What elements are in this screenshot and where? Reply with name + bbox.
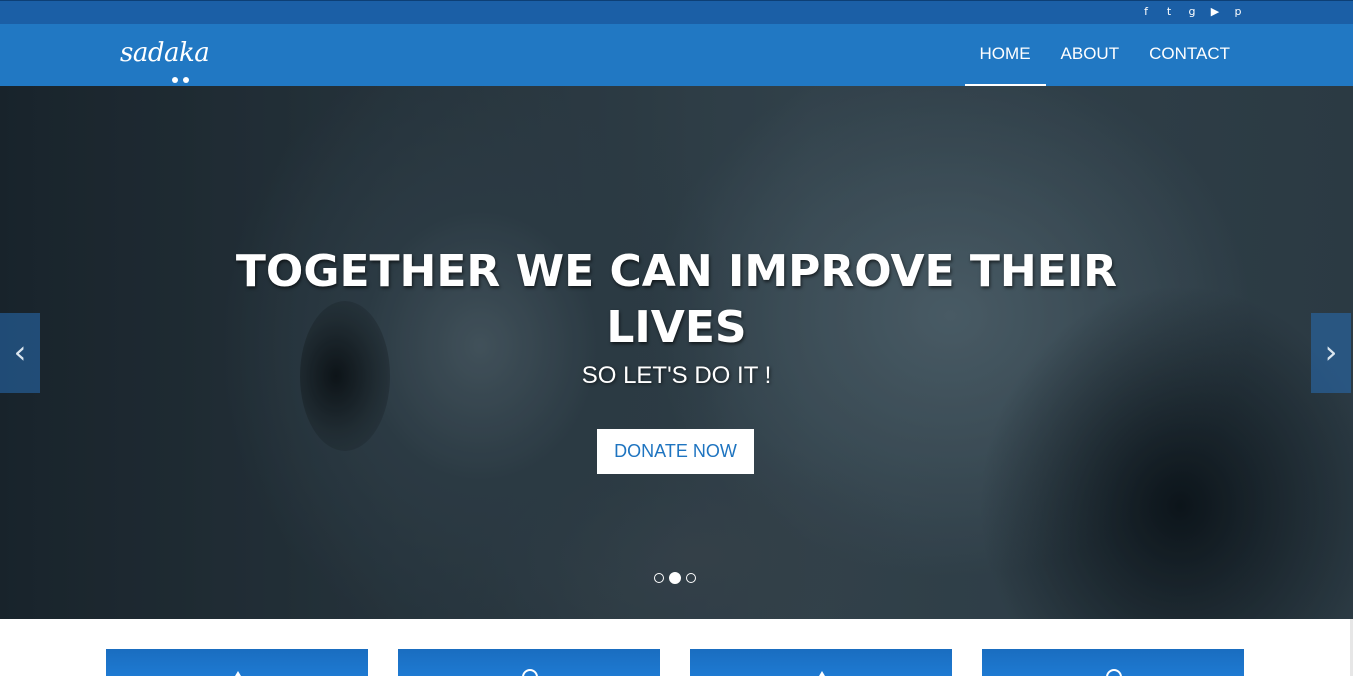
slider-dot-1[interactable] bbox=[654, 573, 664, 583]
hero-subheadline: SO LET'S DO IT ! bbox=[581, 362, 772, 389]
feature-card-1[interactable] bbox=[106, 649, 368, 681]
circle-icon bbox=[1106, 669, 1122, 685]
hero-headline-line-2: LIVES bbox=[606, 302, 747, 353]
twitter-icon[interactable]: t bbox=[1162, 5, 1176, 19]
social-links: f t g ▶ p bbox=[1139, 5, 1245, 19]
arrow-up-icon bbox=[816, 671, 828, 681]
slider-prev-arrow-icon[interactable]: ‹ bbox=[0, 313, 40, 393]
site-logo[interactable]: sadaka bbox=[120, 36, 210, 83]
nav-about-link[interactable]: ABOUT bbox=[1046, 24, 1135, 86]
hero-headline-line-1: TOGETHER WE CAN IMPROVE THEIR bbox=[235, 246, 1118, 297]
google-plus-icon[interactable]: g bbox=[1185, 5, 1199, 19]
donate-now-button[interactable]: DONATE NOW bbox=[597, 429, 754, 474]
nav-contact-link[interactable]: CONTACT bbox=[1134, 24, 1245, 86]
youtube-icon[interactable]: ▶ bbox=[1208, 5, 1222, 19]
slider-dot-3[interactable] bbox=[686, 573, 696, 583]
hero-headline: TOGETHER WE CAN IMPROVE THEIR LIVES bbox=[0, 244, 1353, 356]
slider-next-arrow-icon[interactable]: › bbox=[1311, 313, 1351, 393]
circle-icon bbox=[522, 669, 538, 685]
top-bar: f t g ▶ p bbox=[0, 0, 1353, 24]
pinterest-icon[interactable]: p bbox=[1231, 5, 1245, 19]
feature-card-4[interactable] bbox=[982, 649, 1244, 685]
feature-card-3[interactable] bbox=[690, 649, 952, 681]
main-navbar: sadaka HOME ABOUT CONTACT bbox=[0, 24, 1353, 86]
arrow-up-icon bbox=[232, 671, 244, 681]
facebook-icon[interactable]: f bbox=[1139, 5, 1153, 19]
feature-cards bbox=[106, 649, 1244, 685]
hero-slider: TOGETHER WE CAN IMPROVE THEIR LIVES SO L… bbox=[0, 86, 1353, 619]
feature-card-2[interactable] bbox=[398, 649, 660, 685]
slider-pagination bbox=[654, 572, 696, 584]
nav-home-link[interactable]: HOME bbox=[964, 24, 1046, 86]
nav-menu: HOME ABOUT CONTACT bbox=[964, 24, 1245, 86]
slider-dot-2[interactable] bbox=[669, 572, 681, 584]
logo-wordmark: sadaka bbox=[120, 38, 210, 68]
